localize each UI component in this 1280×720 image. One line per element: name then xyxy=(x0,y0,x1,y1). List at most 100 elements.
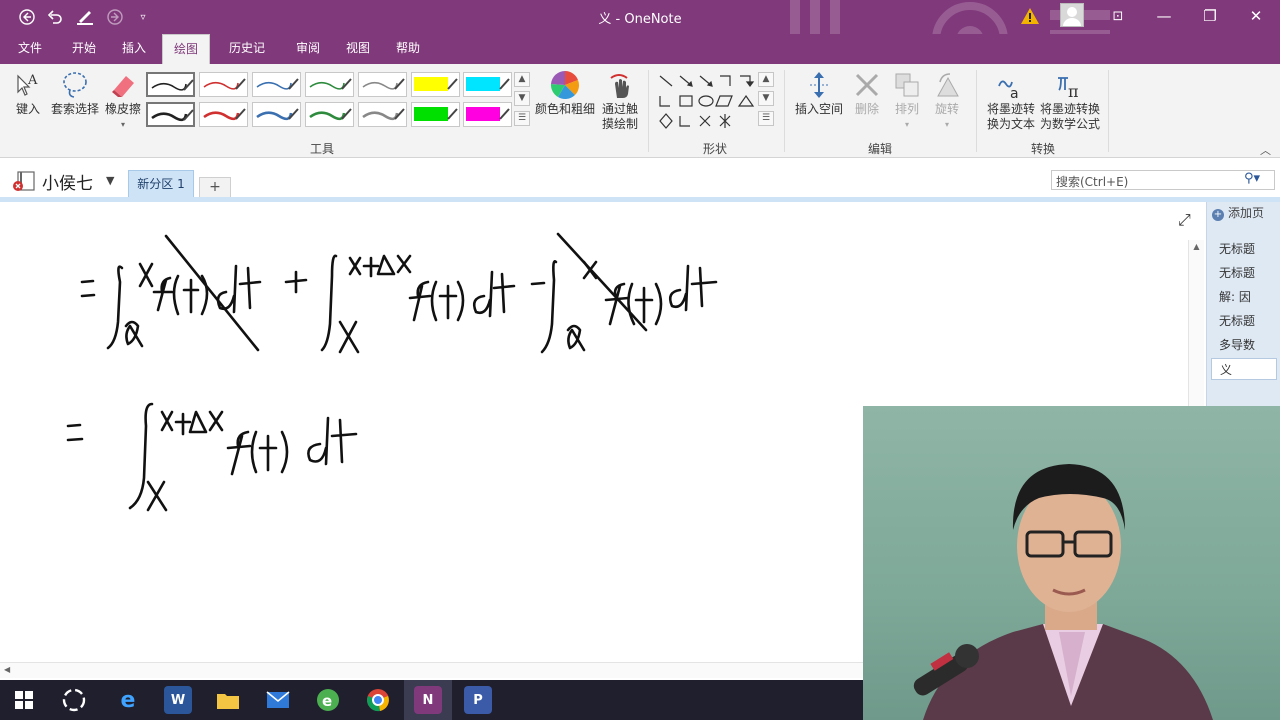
pen-swatch[interactable] xyxy=(252,102,301,127)
pen-swatch[interactable] xyxy=(305,72,354,97)
warning-icon[interactable] xyxy=(1020,7,1040,25)
svg-text:A: A xyxy=(27,73,38,88)
scroll-left-icon[interactable]: ◀ xyxy=(4,665,10,674)
pens-more-icon[interactable]: ☰ xyxy=(514,111,530,126)
tab-home[interactable]: 开始 xyxy=(62,34,106,64)
pens-scroll-down-icon[interactable]: ▼ xyxy=(514,91,530,106)
start-icon[interactable] xyxy=(10,686,38,714)
shapes-scroll-down-icon[interactable]: ▼ xyxy=(758,91,774,106)
tab-file[interactable]: 文件 xyxy=(8,34,52,64)
svg-text:a: a xyxy=(1010,86,1019,100)
group-shapes-label: 形状 xyxy=(702,142,727,156)
pen-swatch[interactable] xyxy=(146,72,195,97)
page-item[interactable]: 无标题 xyxy=(1211,238,1277,260)
highlighter-swatch[interactable] xyxy=(463,72,512,97)
user-avatar[interactable] xyxy=(1060,3,1084,27)
word-icon[interactable]: W xyxy=(164,686,192,714)
horizontal-scrollbar[interactable]: ◀ xyxy=(0,662,863,678)
color-thickness-label: 颜色和粗细 xyxy=(534,102,595,116)
browser-green-icon[interactable]: e xyxy=(314,686,342,714)
pen-swatch[interactable] xyxy=(252,72,301,97)
highlighter-swatch[interactable] xyxy=(411,72,460,97)
rotate-label: 旋转 xyxy=(934,102,959,116)
pen-swatch[interactable] xyxy=(199,72,248,97)
add-page-button[interactable]: + 添加页 xyxy=(1212,204,1278,222)
tab-insert[interactable]: 插入 xyxy=(112,34,156,64)
tab-draw[interactable]: 绘图 xyxy=(162,34,210,64)
shapes-gallery[interactable] xyxy=(656,72,758,130)
pen-stroke xyxy=(309,81,345,90)
eraser-label: 橡皮擦 xyxy=(104,102,141,116)
rotate-button[interactable]: 旋转 ▾ xyxy=(930,70,964,132)
ink-to-text-button[interactable]: a 将墨迹转 换为文本 xyxy=(984,70,1038,132)
delete-label: 删除 xyxy=(854,102,879,116)
touch-draw-icon xyxy=(610,74,629,98)
eraser-dropdown-icon[interactable]: ▾ xyxy=(102,117,144,132)
page-item[interactable]: 多导数 xyxy=(1211,334,1277,356)
add-section-button[interactable]: + xyxy=(199,177,231,197)
draw-with-touch-button[interactable]: 通过触 摸绘制 xyxy=(598,70,642,132)
touch-draw-label-1: 通过触 xyxy=(601,102,638,116)
tab-help[interactable]: 帮助 xyxy=(386,34,430,64)
eraser-button[interactable]: 橡皮擦 ▾ xyxy=(102,70,144,132)
lasso-select-button[interactable]: 套索选择 xyxy=(48,70,102,117)
tab-history[interactable]: 历史记录 xyxy=(216,34,278,83)
notebook-name[interactable]: 小侯七 xyxy=(42,169,93,194)
page-item-active[interactable]: 义 xyxy=(1211,358,1277,380)
pen-swatch[interactable] xyxy=(358,102,407,127)
ink-to-math-button[interactable]: π 将墨迹转换 为数学公式 xyxy=(1038,70,1102,132)
arrange-icon xyxy=(895,73,919,97)
collapse-ribbon-icon[interactable]: ︿ xyxy=(1260,142,1271,158)
svg-text:e: e xyxy=(322,692,332,710)
highlighter-swatch[interactable] xyxy=(463,102,512,127)
eraser-icon xyxy=(112,76,134,97)
app-swirl-icon[interactable] xyxy=(60,686,88,714)
pen-swatch[interactable] xyxy=(305,102,354,127)
shapes-more-icon[interactable]: ☰ xyxy=(758,111,774,126)
shapes-scroll-up-icon[interactable]: ▲ xyxy=(758,72,774,87)
highlighter-fill xyxy=(414,77,448,91)
page-item[interactable]: 解: 因 xyxy=(1211,286,1277,308)
title-bar: ▿ 义 - OneNote ⊡ — ❐ ✕ xyxy=(0,0,1280,64)
search-input[interactable]: 搜索(Ctrl+E) xyxy=(1051,170,1275,190)
onenote-icon[interactable]: N xyxy=(414,686,442,714)
rotate-icon xyxy=(937,73,959,97)
pen-stroke xyxy=(362,111,399,121)
pen-swatch[interactable] xyxy=(199,102,248,127)
section-tab[interactable]: 新分区 1 xyxy=(128,170,194,198)
pen-stroke xyxy=(256,111,293,121)
page-item[interactable]: 无标题 xyxy=(1211,310,1277,332)
edge-icon[interactable]: e xyxy=(114,686,142,714)
ribbon-separator xyxy=(648,70,649,152)
tab-review[interactable]: 审阅 xyxy=(286,34,330,64)
search-icon[interactable]: ⚲▾ xyxy=(1244,171,1260,186)
expand-icon[interactable]: ⤢ xyxy=(1178,210,1191,230)
type-button[interactable]: A 键入 xyxy=(10,70,46,117)
group-convert-label: 转换 xyxy=(1030,142,1055,156)
pens-scroll-up-icon[interactable]: ▲ xyxy=(514,72,530,87)
pen-swatch[interactable] xyxy=(146,102,195,127)
scroll-up-icon[interactable]: ▲ xyxy=(1189,242,1204,251)
insert-space-button[interactable]: 插入空间 xyxy=(792,70,846,117)
close-button[interactable]: ✕ xyxy=(1233,0,1279,32)
tab-view[interactable]: 视图 xyxy=(336,34,380,64)
pen-swatch[interactable] xyxy=(358,72,407,97)
pen-stroke xyxy=(203,111,240,121)
ribbon-display-options-icon[interactable]: ⊡ xyxy=(1095,0,1141,32)
file-explorer-icon[interactable] xyxy=(214,686,242,714)
chrome-icon[interactable] xyxy=(364,686,392,714)
arrange-button[interactable]: 排列 ▾ xyxy=(890,70,924,132)
page-item[interactable]: 无标题 xyxy=(1211,262,1277,284)
powerpoint-p-icon[interactable]: P xyxy=(464,686,492,714)
mail-icon[interactable] xyxy=(264,686,292,714)
delete-button[interactable]: 删除 xyxy=(850,70,884,117)
notebook-dropdown-icon[interactable]: ▼ xyxy=(106,174,114,187)
rotate-dropdown-icon[interactable]: ▾ xyxy=(930,117,964,132)
ink-to-text-icon: a xyxy=(998,80,1019,100)
highlighter-swatch[interactable] xyxy=(411,102,460,127)
arrange-dropdown-icon[interactable]: ▾ xyxy=(890,117,924,132)
minimize-button[interactable]: — xyxy=(1141,0,1187,32)
color-thickness-button[interactable]: 颜色和粗细 xyxy=(532,70,598,117)
restore-button[interactable]: ❐ xyxy=(1187,0,1233,32)
notebook-icon[interactable] xyxy=(12,170,38,192)
